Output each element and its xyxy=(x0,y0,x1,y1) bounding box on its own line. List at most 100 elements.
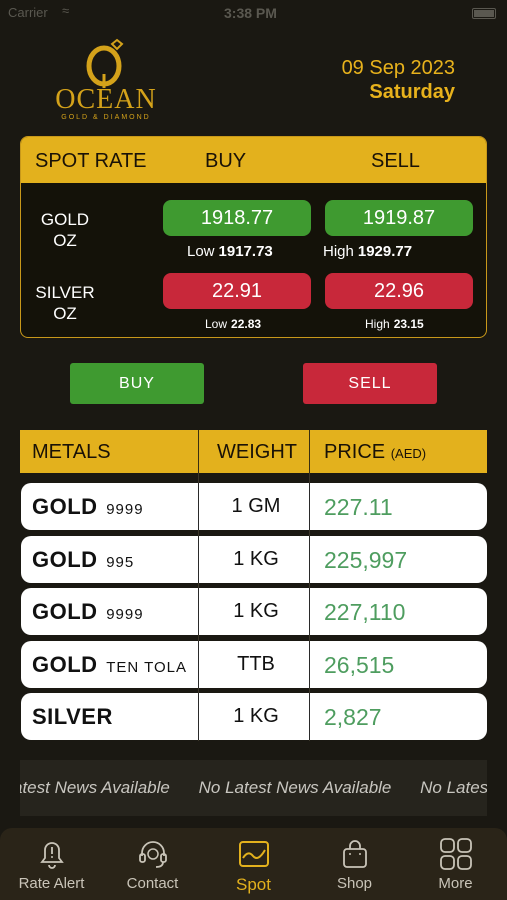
news-item: No Lates xyxy=(420,778,487,797)
tab-more[interactable]: More xyxy=(405,828,506,900)
tab-label: More xyxy=(438,875,473,892)
brand-name: OCEAN xyxy=(55,84,157,115)
metal-name-text: GOLD xyxy=(32,494,98,519)
tab-label: Spot xyxy=(236,875,271,894)
price-label: PRICE xyxy=(324,441,386,463)
sell-button[interactable]: SELL xyxy=(303,363,437,404)
bottom-tab-bar: Rate Alert Contact Spot Shop More xyxy=(0,828,507,900)
gold-buy-price[interactable]: 1918.77 xyxy=(163,200,311,236)
silver-buy-price[interactable]: 22.91 xyxy=(163,273,311,309)
row-divider xyxy=(309,588,310,635)
metal-weight: 1 KG xyxy=(233,600,279,622)
high-label: High xyxy=(323,243,354,260)
date-text: 09 Sep 2023 xyxy=(341,57,455,79)
headset-icon xyxy=(139,841,167,868)
row-divider xyxy=(198,483,199,530)
table-row[interactable]: GOLD TEN TOLA TTB 26,515 xyxy=(21,641,487,688)
silver-low: Low 22.83 xyxy=(205,317,261,331)
table-row[interactable]: SILVER 1 KG 2,827 xyxy=(21,693,487,740)
day-text: Saturday xyxy=(369,81,455,103)
metal-name: GOLD 9999 xyxy=(32,599,144,625)
tab-spot[interactable]: Spot xyxy=(203,828,304,900)
metal-name: GOLD 9999 xyxy=(32,494,144,520)
spot-metal-unit: OZ xyxy=(53,231,77,250)
metal-price: 2,827 xyxy=(324,704,382,730)
shopping-bag-icon xyxy=(343,840,367,868)
metal-purity: 9999 xyxy=(106,501,144,518)
low-value: 22.83 xyxy=(231,317,262,331)
table-row[interactable]: GOLD 995 1 KG 225,997 xyxy=(21,536,487,583)
low-value: 1917.73 xyxy=(218,243,273,260)
silver-high: High 23.15 xyxy=(365,317,424,331)
date-display: 09 Sep 2023 Saturday xyxy=(342,56,455,104)
metal-name: SILVER xyxy=(32,704,115,730)
gold-sell-price[interactable]: 1919.87 xyxy=(325,200,473,236)
spot-sell-header: SELL xyxy=(371,150,420,172)
spot-metal-name: GOLD xyxy=(40,210,90,229)
metals-table-header: METALS WEIGHT PRICE (AED) xyxy=(20,430,487,473)
metal-name: GOLD 995 xyxy=(32,547,134,573)
table-row[interactable]: GOLD 9999 1 GM 227.11 xyxy=(21,483,487,530)
spot-metal-unit: OZ xyxy=(53,304,77,323)
row-divider xyxy=(309,693,310,740)
carrier-label: Carrier xyxy=(8,5,48,20)
metal-name: GOLD TEN TOLA xyxy=(32,652,187,678)
tab-rate-alert[interactable]: Rate Alert xyxy=(1,828,102,900)
header-divider xyxy=(309,430,310,473)
row-divider xyxy=(309,641,310,688)
price-column-header: PRICE (AED) xyxy=(324,441,426,464)
spot-rate-card: SPOT RATE BUY SELL GOLD OZ 1918.77 1919.… xyxy=(20,136,487,338)
metal-price: 227.11 xyxy=(324,494,393,520)
metal-price: 26,515 xyxy=(324,652,395,678)
bell-alert-icon xyxy=(40,842,64,869)
logo-mark-icon xyxy=(48,36,164,88)
weight-column-header: WEIGHT xyxy=(217,441,297,463)
metal-name-text: GOLD xyxy=(32,652,98,677)
low-label: Low xyxy=(205,317,228,331)
buy-button[interactable]: BUY xyxy=(70,363,204,404)
news-item: atest News Available xyxy=(20,778,170,797)
tab-label: Rate Alert xyxy=(18,875,85,892)
status-time: 3:38 PM xyxy=(224,5,277,21)
high-value: 23.15 xyxy=(393,317,424,331)
news-ticker: atest News Available No Latest News Avai… xyxy=(20,760,487,816)
table-row[interactable]: GOLD 9999 1 KG 227,110 xyxy=(21,588,487,635)
row-divider xyxy=(198,693,199,740)
spot-rate-title: SPOT RATE xyxy=(35,150,147,172)
news-ticker-text: atest News Available No Latest News Avai… xyxy=(20,778,487,798)
price-unit: (AED) xyxy=(390,446,427,461)
metal-purity: TEN TOLA xyxy=(106,659,187,676)
wifi-icon: ≈ xyxy=(62,3,70,18)
spot-metal-name: SILVER xyxy=(35,283,95,302)
gold-high: High 1929.77 xyxy=(323,243,412,260)
high-value: 1929.77 xyxy=(357,243,413,260)
metal-weight: 1 GM xyxy=(231,495,281,517)
high-label: High xyxy=(365,317,390,331)
tab-label: Shop xyxy=(336,875,373,892)
status-bar: Carrier ≈ 3:38 PM xyxy=(0,0,507,28)
gold-low: Low 1917.73 xyxy=(187,243,273,260)
tab-contact[interactable]: Contact xyxy=(102,828,203,900)
row-divider xyxy=(198,588,199,635)
brand-tagline: GOLD & DIAMOND xyxy=(61,114,151,121)
spot-buy-header: BUY xyxy=(205,150,247,172)
spot-rate-header: SPOT RATE BUY SELL xyxy=(21,137,486,183)
silver-sell-price[interactable]: 22.96 xyxy=(325,273,473,309)
tab-shop[interactable]: Shop xyxy=(304,828,405,900)
brand-logo: OCEAN GOLD & DIAMOND xyxy=(48,36,164,126)
row-divider xyxy=(309,483,310,530)
metal-price: 227,110 xyxy=(324,599,406,625)
chart-icon xyxy=(239,841,269,867)
metal-name-text: GOLD xyxy=(32,547,98,572)
metals-column-header: METALS xyxy=(32,441,111,463)
metal-weight: 1 KG xyxy=(233,705,279,727)
header-divider xyxy=(198,430,199,473)
metal-weight: 1 KG xyxy=(233,548,279,570)
metal-purity: 9999 xyxy=(106,606,144,623)
metal-price: 225,997 xyxy=(324,547,408,573)
battery-icon xyxy=(472,8,496,19)
spot-metal-label: SILVER OZ xyxy=(35,282,95,324)
grid-icon xyxy=(440,838,472,870)
metal-name-text: SILVER xyxy=(32,704,113,729)
tab-label: Contact xyxy=(126,875,179,892)
